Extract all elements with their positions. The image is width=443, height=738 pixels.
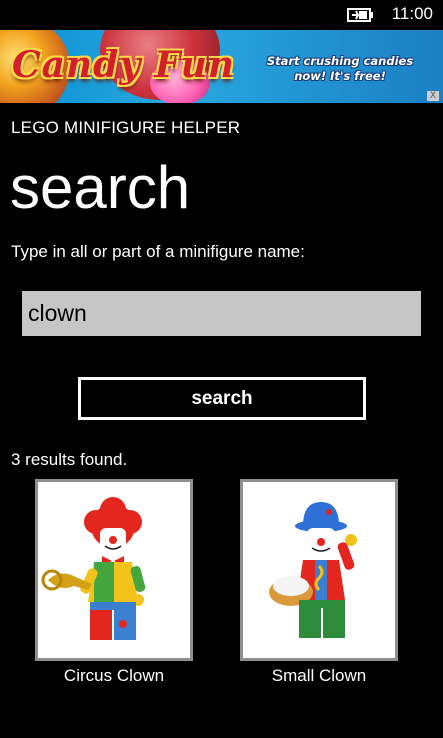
- small-clown-minifigure: [269, 502, 357, 638]
- result-name: Small Clown: [271, 666, 367, 685]
- circus-clown-minifigure: [41, 497, 146, 640]
- app-title: LEGO MINIFIGURE HELPER: [11, 118, 241, 137]
- search-button[interactable]: search: [78, 377, 366, 420]
- battery-charging-icon: [347, 6, 377, 24]
- status-bar: 11:00: [0, 0, 443, 30]
- result-image[interactable]: [35, 479, 193, 661]
- ad-close-icon[interactable]: X: [427, 91, 439, 101]
- results-count: 3 results found.: [11, 450, 128, 469]
- result-item-circus-clown[interactable]: Circus Clown: [35, 479, 193, 686]
- search-instruction: Type in all or part of a minifigure name…: [11, 242, 305, 261]
- clock: 11:00: [391, 4, 433, 23]
- result-name: Circus Clown: [63, 666, 165, 685]
- ad-banner[interactable]: Candy Fun Start crushing candies now! It…: [0, 30, 443, 103]
- ad-tagline: Start crushing candies now! It's free!: [266, 54, 414, 83]
- page-title: search: [10, 154, 191, 221]
- result-image[interactable]: [240, 479, 398, 661]
- search-input[interactable]: [22, 291, 421, 336]
- result-item-small-clown[interactable]: Small Clown: [240, 479, 398, 686]
- ad-logo: Candy Fun: [12, 44, 236, 86]
